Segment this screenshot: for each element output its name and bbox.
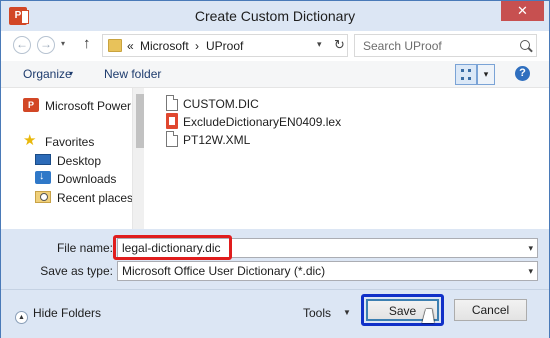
folder-icon	[108, 39, 122, 52]
office-document-icon	[166, 113, 178, 129]
file-list: CUSTOM.DIC ExcludeDictionaryEN0409.lex P…	[146, 88, 549, 229]
forward-arrow-icon[interactable]: →	[37, 36, 55, 54]
up-arrow-icon[interactable]: ↑	[83, 35, 91, 52]
nav-item-label: Desktop	[57, 154, 102, 168]
change-view-button[interactable]	[455, 64, 477, 85]
title-bar: P Create Custom Dictionary ✕	[1, 1, 549, 31]
scrollbar-thumb[interactable]	[136, 94, 144, 148]
breadcrumb-uproof[interactable]: UProof	[206, 39, 243, 53]
help-icon[interactable]: ?	[515, 66, 530, 81]
browser-area: P Microsoft PowerPoint ★ Favorites Deskt…	[1, 88, 549, 229]
details-view-icon	[461, 69, 471, 80]
save-as-type-value: Microsoft Office User Dictionary (*.dic)	[122, 264, 326, 278]
search-icon[interactable]	[520, 40, 530, 50]
save-as-type-label: Save as type:	[40, 264, 113, 278]
nav-item-label: Recent places	[57, 191, 134, 205]
view-options-dropdown[interactable]: ▾	[477, 64, 495, 85]
dialog-title: Create Custom Dictionary	[194, 8, 356, 24]
hide-folders-button[interactable]: ▲ Hide Folders	[15, 306, 101, 324]
new-folder-button[interactable]: New folder	[104, 67, 161, 81]
cancel-button[interactable]: Cancel	[454, 299, 527, 321]
breadcrumb-overflow[interactable]: «	[127, 39, 134, 53]
downloads-icon	[35, 170, 51, 184]
nav-item-label: Favorites	[45, 135, 95, 149]
back-arrow-icon[interactable]: ←	[13, 36, 31, 54]
save-options-panel: File name: legal-dictionary.dic ▾ Save a…	[1, 229, 549, 338]
file-name: ExcludeDictionaryEN0409.lex	[183, 115, 342, 129]
nav-item-label: Microsoft PowerPoint	[45, 99, 144, 113]
organize-caret-icon[interactable]: ▾	[69, 69, 73, 78]
address-row: ← → ▾ ↑ « Microsoft › UProof ▾ ↻ Search …	[1, 31, 549, 61]
hide-folders-label: Hide Folders	[33, 306, 102, 320]
file-name-highlight	[113, 235, 232, 260]
desktop-icon	[35, 154, 51, 165]
refresh-icon[interactable]: ↻	[334, 37, 345, 53]
powerpoint-icon: P	[23, 98, 39, 112]
address-dropdown-icon[interactable]: ▾	[317, 39, 322, 50]
chevron-up-icon: ▲	[15, 311, 28, 324]
search-placeholder: Search UProof	[363, 39, 442, 53]
chevron-down-icon[interactable]: ▾	[528, 266, 533, 277]
tools-caret-icon[interactable]: ▼	[343, 308, 351, 317]
organize-button[interactable]: Organize	[23, 67, 72, 81]
breadcrumb-microsoft[interactable]: Microsoft	[140, 39, 189, 53]
close-button[interactable]: ✕	[501, 1, 544, 21]
breadcrumb-separator-icon[interactable]: ›	[195, 39, 199, 53]
file-name: CUSTOM.DIC	[183, 97, 259, 111]
tools-button[interactable]: Tools	[303, 306, 331, 320]
recent-locations-chevron-icon[interactable]: ▾	[61, 39, 65, 48]
address-bar[interactable]: « Microsoft › UProof ▾ ↻	[102, 34, 348, 57]
file-name-label: File name:	[56, 241, 113, 255]
chevron-down-icon[interactable]: ▾	[528, 243, 533, 254]
navigation-pane: P Microsoft PowerPoint ★ Favorites Deskt…	[1, 88, 144, 229]
search-input[interactable]: Search UProof	[354, 34, 537, 57]
command-bar: Organize ▾ New folder ▾ ?	[1, 61, 549, 88]
document-icon	[166, 95, 178, 111]
save-dialog: P Create Custom Dictionary ✕ ← → ▾ ↑ « M…	[0, 0, 550, 338]
nav-item-label: Downloads	[57, 172, 117, 186]
divider	[1, 289, 549, 290]
document-icon	[166, 131, 178, 147]
save-as-type-select[interactable]: Microsoft Office User Dictionary (*.dic)…	[117, 261, 538, 281]
navigation-scrollbar[interactable]	[132, 88, 144, 229]
file-name: PT12W.XML	[183, 133, 251, 147]
star-icon: ★	[23, 132, 37, 149]
recent-places-icon	[35, 191, 51, 203]
